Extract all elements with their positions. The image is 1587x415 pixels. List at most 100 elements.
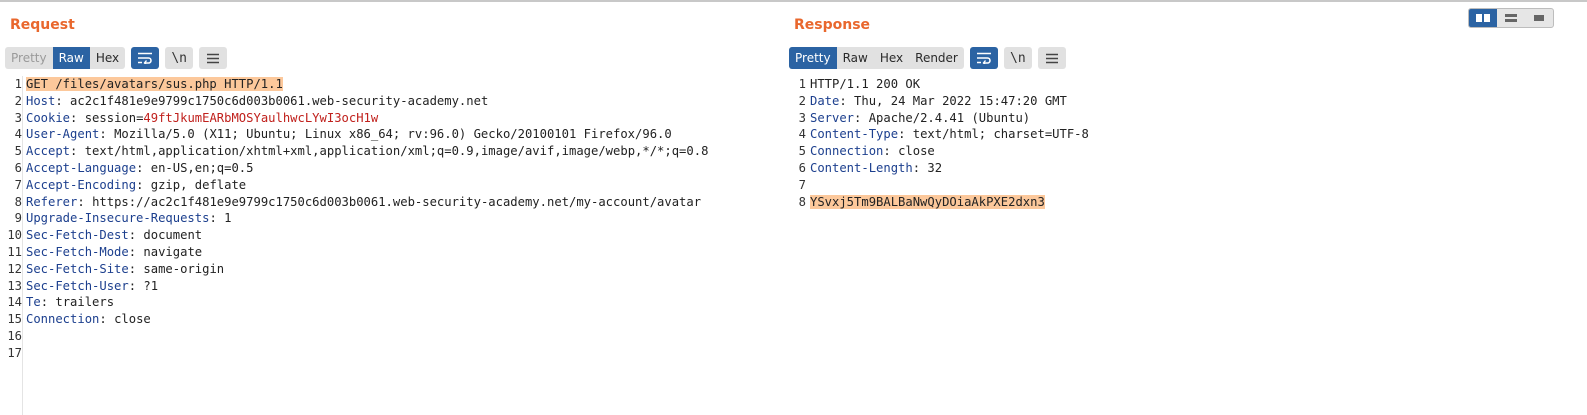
code-line: Content-Length: 32 xyxy=(810,160,1587,177)
line-number: 5 xyxy=(14,144,22,159)
header-separator: : xyxy=(128,261,144,276)
line-number: 3 xyxy=(14,110,22,125)
line-number: 17 xyxy=(7,345,22,360)
header-value: trailers xyxy=(55,295,115,310)
code-line: Content-Type: text/html; charset=UTF-8 xyxy=(810,126,1587,143)
cookie-value: session=49ftJkumEARbMOSYaulhwcLYwI3ocH1w xyxy=(84,110,379,125)
layout-single-button[interactable] xyxy=(1525,9,1553,27)
header-name: Accept-Language xyxy=(26,160,137,175)
header-name: Host xyxy=(26,93,56,108)
header-separator: : xyxy=(40,295,56,310)
response-title: Response xyxy=(794,17,871,33)
header-value: navigate xyxy=(143,244,203,259)
code-line: Sec-Fetch-Dest: document xyxy=(26,227,806,244)
line-number: 8 xyxy=(798,194,806,209)
header-name: Connection xyxy=(810,144,884,159)
header-separator: : xyxy=(128,244,144,259)
request-newline-button[interactable]: \n xyxy=(165,47,194,69)
header-separator: : xyxy=(209,211,225,226)
response-toolbar: Pretty Raw Hex Render \n xyxy=(789,47,1066,69)
layout-rows-button[interactable] xyxy=(1497,9,1525,27)
hamburger-menu-icon xyxy=(1045,53,1058,63)
response-tab-render[interactable]: Render xyxy=(909,47,964,69)
request-panel: Request Pretty Raw Hex \n 1 2 3 4 5 6 7 8 9 10 11 1… xyxy=(0,2,806,415)
header-separator: : xyxy=(839,93,855,108)
header-value: text/html; charset=UTF-8 xyxy=(912,127,1089,142)
header-separator: : xyxy=(55,93,71,108)
code-line: Connection: close xyxy=(26,311,806,328)
line-number: 5 xyxy=(798,144,806,159)
code-line: Server: Apache/2.4.41 (Ubuntu) xyxy=(810,110,1587,127)
header-value: close xyxy=(114,312,151,327)
header-separator: : xyxy=(854,110,869,125)
response-menu-button[interactable] xyxy=(1037,47,1066,69)
header-name: Sec-Fetch-User xyxy=(26,278,129,293)
header-separator: : xyxy=(128,278,144,293)
line-number: 6 xyxy=(14,160,22,175)
header-name: Sec-Fetch-Site xyxy=(26,261,129,276)
response-tab-raw[interactable]: Raw xyxy=(837,47,874,69)
header-value: close xyxy=(898,144,935,159)
code-line: Referer: https://ac2c1f481e9e9799c1750c6… xyxy=(26,194,806,211)
header-separator: : xyxy=(898,127,913,142)
response-tab-pretty[interactable]: Pretty xyxy=(789,47,837,69)
code-line: Cookie: session=49ftJkumEARbMOSYaulhwcLY… xyxy=(26,110,806,127)
header-name: Upgrade-Insecure-Requests xyxy=(26,211,210,226)
header-separator: : xyxy=(912,160,928,175)
line-number: 6 xyxy=(798,160,806,175)
code-line: Sec-Fetch-Mode: navigate xyxy=(26,244,806,261)
response-tab-hex[interactable]: Hex xyxy=(874,47,909,69)
request-editor[interactable]: 1 2 3 4 5 6 7 8 9 10 11 12 13 14 15 16 17 GET /files/ava… xyxy=(0,76,806,415)
header-value: ac2c1f481e9e9799c1750c6d003b0061.web-sec… xyxy=(70,93,489,108)
line-number: 1 xyxy=(798,77,806,91)
header-separator: : xyxy=(99,127,115,142)
header-separator: : xyxy=(70,110,85,125)
status-line: HTTP/1.1 200 OK xyxy=(810,77,921,91)
line-number: 13 xyxy=(7,278,22,293)
header-value: 1 xyxy=(224,211,232,226)
request-tab-hex[interactable]: Hex xyxy=(90,47,125,69)
layout-single-icon xyxy=(1534,15,1544,21)
header-value: Mozilla/5.0 (X11; Ubuntu; Linux x86_64; … xyxy=(114,127,672,142)
request-wrap-button[interactable] xyxy=(131,47,160,69)
request-title: Request xyxy=(10,17,75,33)
header-name: Date xyxy=(810,93,840,108)
response-editor[interactable]: 1 2 3 4 56 7 8 HTTP/1.1 200 OK Date: Thu, 24 Ma… xyxy=(784,76,1587,415)
response-view-tabs: Pretty Raw Hex Render xyxy=(789,47,964,69)
code-line: YSvxj5Tm9BALBaNwQyDOiaAkPXE2dxn3 xyxy=(810,194,1587,211)
line-number: 11 xyxy=(7,244,22,259)
request-tab-raw[interactable]: Raw xyxy=(52,47,90,69)
header-name: Sec-Fetch-Dest xyxy=(26,228,129,243)
code-line: Sec-Fetch-User: ?1 xyxy=(26,278,806,295)
newline-icon: \n xyxy=(1010,50,1026,66)
header-name: Accept xyxy=(26,144,71,159)
request-toolbar: Pretty Raw Hex \n xyxy=(5,47,228,69)
code-line: Accept: text/html,application/xhtml+xml,… xyxy=(26,143,806,160)
code-line: Date: Thu, 24 Mar 2022 15:47:20 GMT xyxy=(810,93,1587,110)
layout-columns-button[interactable] xyxy=(1469,9,1497,27)
header-value: text/html,application/xhtml+xml,applicat… xyxy=(84,144,709,159)
response-newline-button[interactable]: \n xyxy=(1003,47,1032,69)
request-tab-pretty[interactable]: Pretty xyxy=(5,47,53,69)
header-separator: : xyxy=(883,144,899,159)
response-wrap-button[interactable] xyxy=(969,47,998,69)
line-number: 1 xyxy=(14,77,22,91)
response-body: YSvxj5Tm9BALBaNwQyDOiaAkPXE2dxn3 xyxy=(810,194,1045,209)
header-name: Connection xyxy=(26,312,100,327)
request-menu-button[interactable] xyxy=(199,47,228,69)
line-number: 2 xyxy=(798,93,806,108)
header-name: Referer xyxy=(26,194,78,209)
header-name: Server xyxy=(810,110,855,125)
layout-columns-icon xyxy=(1476,14,1490,22)
line-number: 4 xyxy=(798,127,806,142)
request-line-numbers: 1 2 3 4 5 6 7 8 9 10 11 12 13 14 15 16 17 xyxy=(0,76,23,415)
header-value: ?1 xyxy=(143,278,159,293)
line-number: 8 xyxy=(14,194,22,209)
header-name: Te xyxy=(26,295,41,310)
response-text: HTTP/1.1 200 OK Date: Thu, 24 Mar 2022 15… xyxy=(810,76,1587,210)
request-line: GET /files/avatars/sus.php HTTP/1.1 xyxy=(26,77,283,91)
layout-rows-icon xyxy=(1505,14,1517,22)
wrap-lines-icon xyxy=(138,52,153,64)
